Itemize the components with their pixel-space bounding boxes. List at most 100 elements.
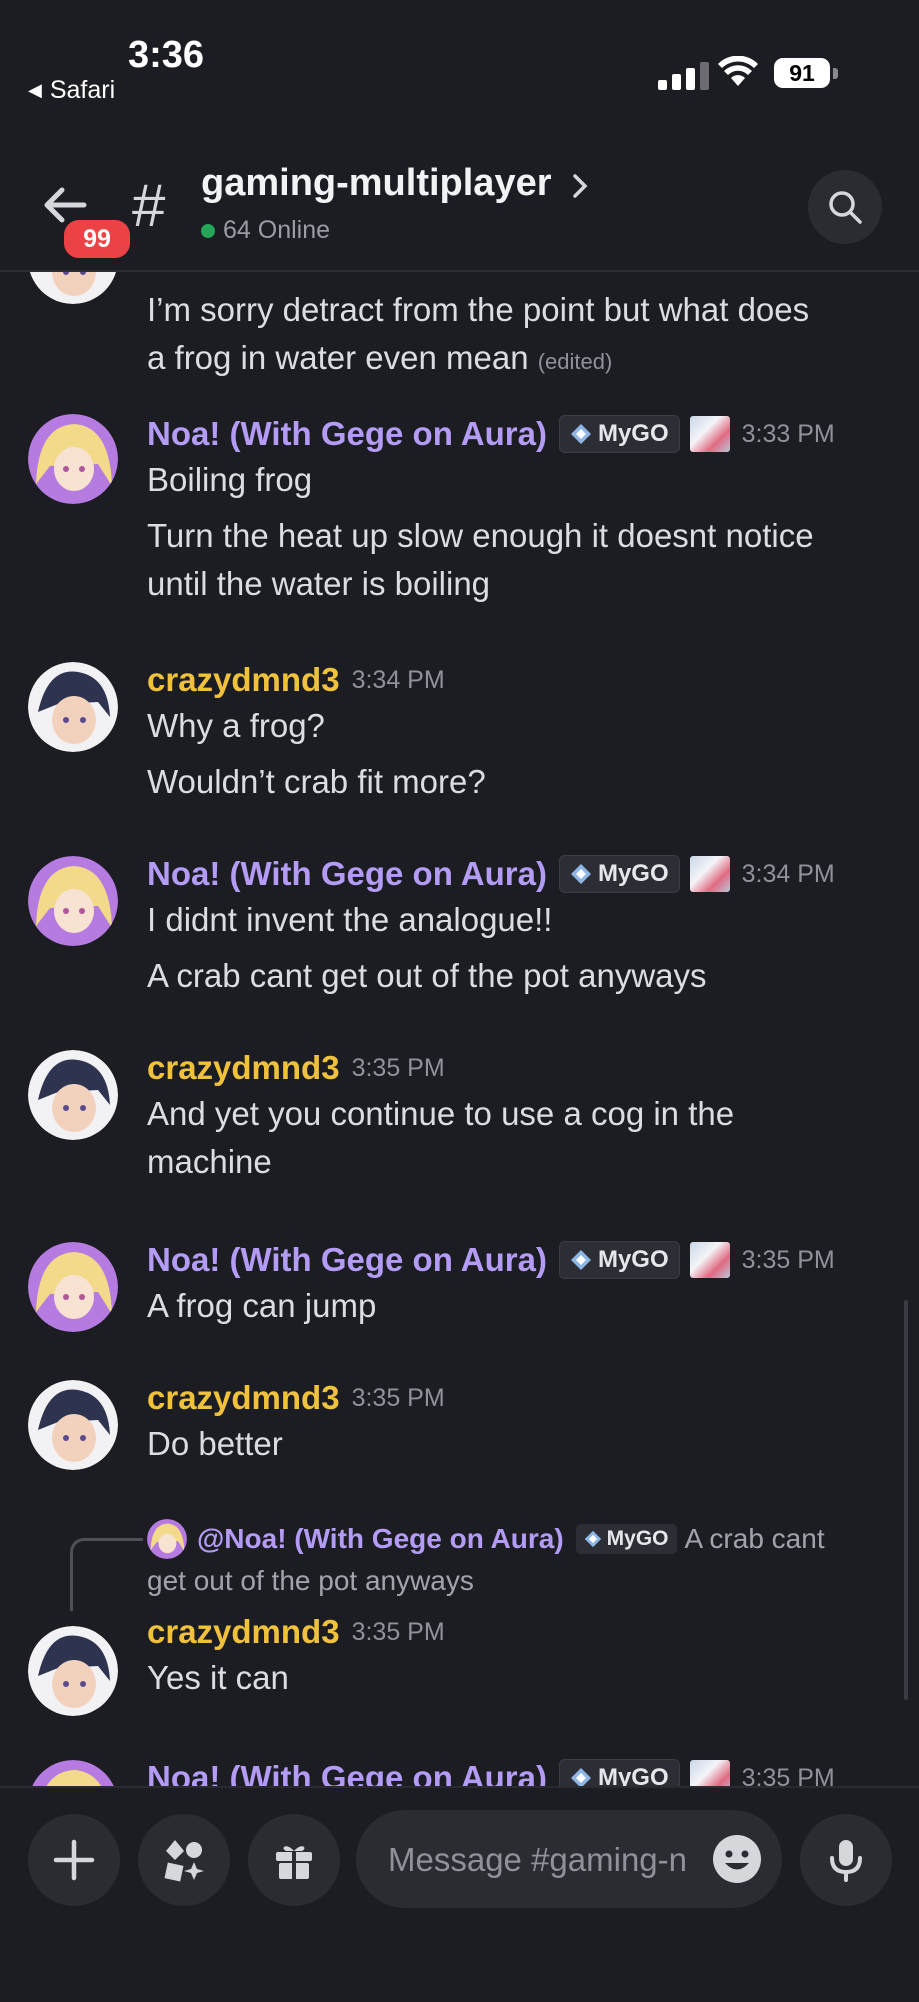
timestamp: 3:35 PM xyxy=(741,1245,835,1274)
message-text: Do better xyxy=(147,1425,283,1462)
role-image-icon xyxy=(689,416,730,452)
timestamp: 3:33 PM xyxy=(741,419,835,448)
username[interactable]: crazydmnd3 xyxy=(147,661,340,699)
timestamp: 3:35 PM xyxy=(741,1763,835,1787)
message-text: A crab cant get out of the pot anyways xyxy=(147,957,707,994)
reply-avatar xyxy=(147,1519,187,1559)
unread-badge: 99 xyxy=(60,216,134,262)
gift-button[interactable] xyxy=(248,1814,340,1906)
message-text: Turn the heat up slow enough it doesnt n… xyxy=(147,517,814,554)
username[interactable]: Noa! (With Gege on Aura) xyxy=(147,855,547,893)
message-text: And yet you continue to use a cog in the xyxy=(147,1095,735,1132)
message-text: A frog can jump xyxy=(147,1287,377,1324)
search-button[interactable] xyxy=(808,170,882,244)
battery-cap xyxy=(833,68,838,79)
message-text: a frog in water even mean xyxy=(147,339,529,376)
role-tag[interactable]: MyGO xyxy=(558,855,680,893)
role-image-icon xyxy=(689,856,730,892)
reply-text: A crab cant xyxy=(684,1523,825,1554)
reply-preview[interactable]: @Noa! (With Gege on Aura) MyGO A crab ca… xyxy=(147,1518,887,1602)
avatar-crazydmnd3[interactable] xyxy=(28,1380,118,1470)
apps-button[interactable] xyxy=(138,1814,230,1906)
role-image-icon xyxy=(689,1760,730,1786)
message-text: I didnt invent the analogue!! xyxy=(147,901,553,938)
back-triangle-icon: ◀ xyxy=(28,80,42,100)
message-text: until the water is boiling xyxy=(147,565,491,602)
role-image-icon xyxy=(689,1242,730,1278)
avatar-crazydmnd3[interactable] xyxy=(28,1050,118,1140)
online-count-label: 64 Online xyxy=(223,216,331,244)
plus-icon xyxy=(53,1839,95,1881)
channel-hash-icon: # xyxy=(132,172,166,239)
battery-level: 91 xyxy=(789,60,815,86)
role-tag[interactable]: MyGO xyxy=(558,1759,680,1786)
wifi-icon xyxy=(718,56,758,86)
chevron-right-icon[interactable] xyxy=(570,172,590,200)
message-text: I’m sorry detract from the point but wha… xyxy=(147,291,810,328)
message-input[interactable] xyxy=(386,1834,720,1886)
reply-role-tag: MyGO xyxy=(575,1524,677,1554)
mygo-diamond-icon xyxy=(570,864,591,884)
message-composer xyxy=(0,1786,919,2002)
username[interactable]: crazydmnd3 xyxy=(147,1613,340,1651)
reply-mention[interactable]: @Noa! (With Gege on Aura) xyxy=(197,1518,564,1560)
role-tag-label: MyGO xyxy=(597,860,669,887)
channel-header: 99 # gaming-multiplayer 64 Online xyxy=(0,120,919,272)
back-app-label: Safari xyxy=(49,76,116,104)
role-tag-label: MyGO xyxy=(597,1764,669,1786)
channel-name[interactable]: gaming-multiplayer xyxy=(201,162,552,205)
username[interactable]: Noa! (With Gege on Aura) xyxy=(147,415,547,453)
timestamp: 3:35 PM xyxy=(351,1053,445,1082)
scrollbar-thumb[interactable] xyxy=(904,1300,908,1700)
message-text: Boiling frog xyxy=(147,461,313,498)
username[interactable]: Noa! (With Gege on Aura) xyxy=(147,1759,547,1786)
timestamp: 3:34 PM xyxy=(351,665,445,694)
avatar-crazydmnd3[interactable] xyxy=(28,272,118,304)
role-tag[interactable]: MyGO xyxy=(558,415,680,453)
username[interactable]: crazydmnd3 xyxy=(147,1049,340,1087)
timestamp: 3:35 PM xyxy=(351,1383,445,1412)
role-tag[interactable]: MyGO xyxy=(558,1241,680,1279)
status-bar: 3:36 ◀ Safari 91 xyxy=(0,0,919,120)
avatar-noa[interactable] xyxy=(28,1760,118,1786)
gift-icon xyxy=(276,1846,312,1879)
online-dot-icon xyxy=(201,223,215,238)
add-attachment-button[interactable] xyxy=(28,1814,120,1906)
avatar-crazydmnd3[interactable] xyxy=(28,662,118,752)
avatar-noa[interactable] xyxy=(28,1242,118,1332)
battery-indicator: 91 xyxy=(774,58,830,88)
online-count: 64 Online xyxy=(201,216,330,245)
apps-icon xyxy=(164,1840,204,1882)
timestamp: 3:35 PM xyxy=(351,1617,445,1646)
mygo-diamond-icon xyxy=(570,1768,591,1786)
role-tag-label: MyGO xyxy=(597,420,669,447)
emoji-icon[interactable] xyxy=(712,1834,762,1884)
avatar-crazydmnd3[interactable] xyxy=(28,1626,118,1716)
avatar-noa[interactable] xyxy=(28,856,118,946)
role-tag-label: MyGO xyxy=(597,1246,669,1273)
back-to-app-link[interactable]: ◀ Safari xyxy=(28,76,115,105)
edited-marker: (edited) xyxy=(537,349,613,374)
voice-message-button[interactable] xyxy=(800,1814,892,1906)
timestamp: 3:34 PM xyxy=(741,859,835,888)
message-text: Yes it can xyxy=(147,1659,289,1696)
mygo-diamond-icon xyxy=(570,424,591,444)
message-text: Wouldn’t crab fit more? xyxy=(147,763,486,800)
mygo-diamond-icon xyxy=(584,1530,601,1548)
reply-connector xyxy=(70,1538,143,1611)
username[interactable]: crazydmnd3 xyxy=(147,1379,340,1417)
message-list[interactable]: I’m sorry detract from the point but wha… xyxy=(0,272,919,1786)
reply-role-tag-label: MyGO xyxy=(606,1527,669,1550)
username[interactable]: Noa! (With Gege on Aura) xyxy=(147,1241,547,1279)
message-input-container[interactable] xyxy=(356,1810,782,1908)
message-text: machine xyxy=(147,1143,272,1180)
microphone-icon xyxy=(830,1840,862,1882)
message-text-line: a frog in water even mean (edited) xyxy=(147,334,887,386)
reply-text: get out of the pot anyways xyxy=(147,1565,474,1596)
message-text: Why a frog? xyxy=(147,707,325,744)
status-time: 3:36 xyxy=(128,34,205,76)
search-icon xyxy=(829,191,862,224)
mygo-diamond-icon xyxy=(570,1250,591,1270)
avatar-noa[interactable] xyxy=(28,414,118,504)
cellular-signal-icon xyxy=(658,60,709,90)
